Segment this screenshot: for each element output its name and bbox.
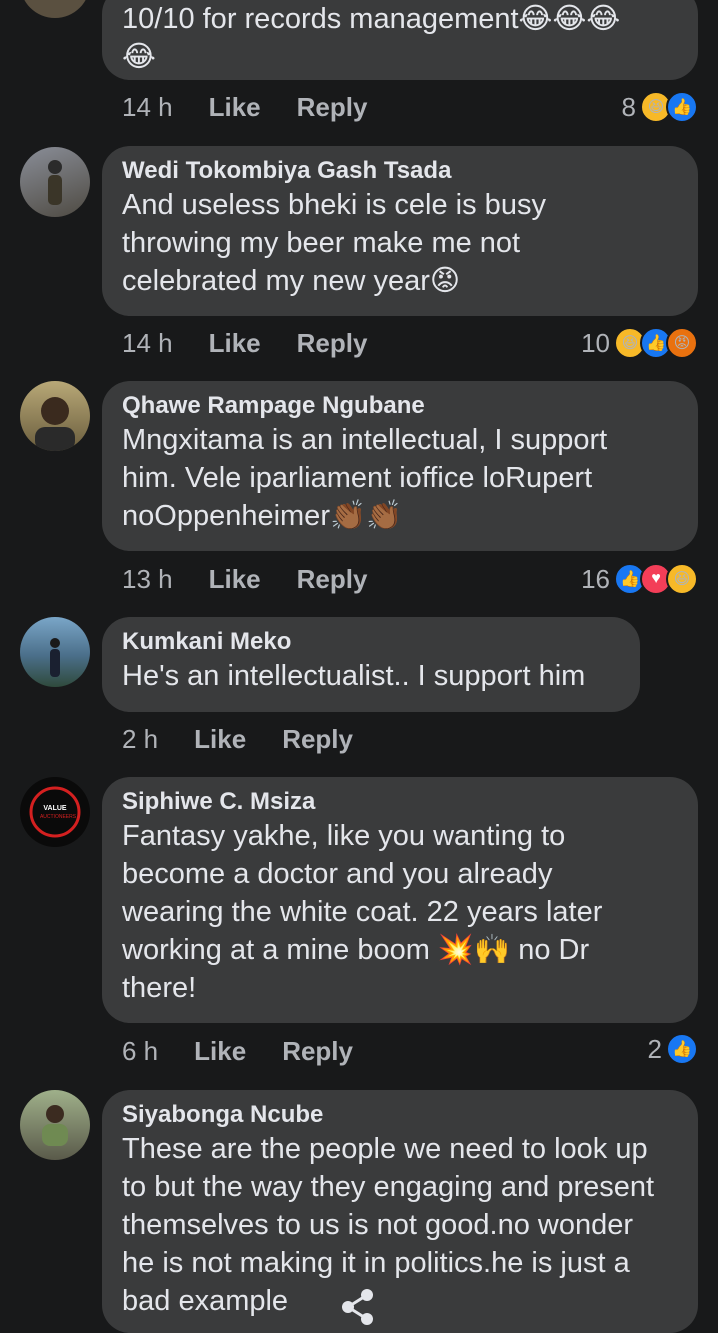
like-link[interactable]: Like (194, 1036, 246, 1067)
comment-actions: 13 h Like Reply (122, 562, 403, 596)
comment-bubble: Qhawe Rampage Ngubane Mngxitama is an in… (102, 381, 698, 551)
reply-link[interactable]: Reply (297, 328, 368, 359)
person-icon (35, 397, 75, 451)
comment-time: 6 h (122, 1035, 159, 1066)
comment-actions: 14 h Like Reply (122, 90, 403, 124)
comment-actions: 14 h Like Reply (122, 326, 403, 360)
comment-text: Mngxitama is an intellectual, I support … (122, 424, 608, 532)
comment-text: These are the people we need to look up … (122, 1133, 655, 1317)
reply-link[interactable]: Reply (282, 724, 353, 755)
comment-text: And useless bheki is cele is busy throwi… (122, 189, 546, 297)
like-link[interactable]: Like (209, 92, 261, 123)
person-icon (48, 160, 62, 205)
like-link[interactable]: Like (194, 724, 246, 755)
value-auctioneers-logo-icon: VALUE AUCTIONEERS (29, 786, 81, 838)
comment-bubble: Siyabonga Ncube These are the people we … (102, 1090, 698, 1333)
reaction-summary[interactable]: 10 😆 👍 😡 (581, 326, 698, 360)
like-link[interactable]: Like (209, 328, 261, 359)
commenter-name[interactable]: Siyabonga Ncube (122, 1100, 678, 1130)
reaction-count: 10 (581, 327, 610, 358)
comment-actions: 2 h Like Reply (122, 722, 389, 756)
svg-text:VALUE: VALUE (43, 805, 67, 812)
haha-reaction-icon: 😆 (666, 563, 698, 595)
comment-actions: 6 h Like Reply (122, 1034, 389, 1068)
reaction-count: 2 (647, 1033, 662, 1064)
comment-time: 2 h (122, 723, 159, 754)
avatar[interactable] (20, 1090, 90, 1160)
comment-bubble: Kumkani Meko He's an intellectualist.. I… (102, 617, 640, 712)
comment-time: 13 h (122, 563, 173, 594)
reply-link[interactable]: Reply (282, 1036, 353, 1067)
reply-link[interactable]: Reply (297, 564, 368, 595)
comment-time: 14 h (122, 91, 173, 122)
comment-bubble: 10/10 for records management😂😂😂 😂 (102, 0, 698, 80)
comment-text: Fantasy yakhe, like you wanting to becom… (122, 820, 603, 1004)
person-icon (50, 638, 60, 677)
comment-time: 14 h (122, 327, 173, 358)
avatar[interactable] (20, 147, 90, 217)
comment-bubble: Wedi Tokombiya Gash Tsada And useless bh… (102, 146, 698, 316)
avatar[interactable]: VALUE AUCTIONEERS (20, 777, 90, 847)
like-link[interactable]: Like (209, 564, 261, 595)
commenter-name[interactable]: Kumkani Meko (122, 627, 620, 657)
reaction-summary[interactable]: 16 👍 ♥ 😆 (581, 562, 698, 596)
person-icon (42, 1105, 68, 1146)
svg-text:AUCTIONEERS: AUCTIONEERS (40, 814, 77, 820)
commenter-name[interactable]: Siphiwe C. Msiza (122, 787, 678, 817)
commenter-name[interactable]: Qhawe Rampage Ngubane (122, 391, 678, 421)
avatar[interactable] (20, 381, 90, 451)
avatar[interactable] (20, 617, 90, 687)
comment-bubble: Siphiwe C. Msiza Fantasy yakhe, like you… (102, 777, 698, 1023)
reaction-count: 16 (581, 563, 610, 594)
angry-reaction-icon: 😡 (666, 327, 698, 359)
reaction-summary[interactable]: 8 😆 👍 (622, 90, 698, 124)
like-reaction-icon: 👍 (666, 91, 698, 123)
comment-text: 10/10 for records management😂😂😂 😂 (122, 3, 621, 73)
commenter-name[interactable]: Wedi Tokombiya Gash Tsada (122, 156, 678, 186)
share-icon[interactable] (340, 1288, 376, 1331)
comment-text: He's an intellectualist.. I support him (122, 660, 586, 692)
like-reaction-icon: 👍 (666, 1033, 698, 1065)
reply-link[interactable]: Reply (297, 92, 368, 123)
reaction-summary[interactable]: 2 👍 (648, 1032, 698, 1066)
avatar[interactable] (20, 0, 90, 18)
reaction-count: 8 (621, 91, 636, 122)
